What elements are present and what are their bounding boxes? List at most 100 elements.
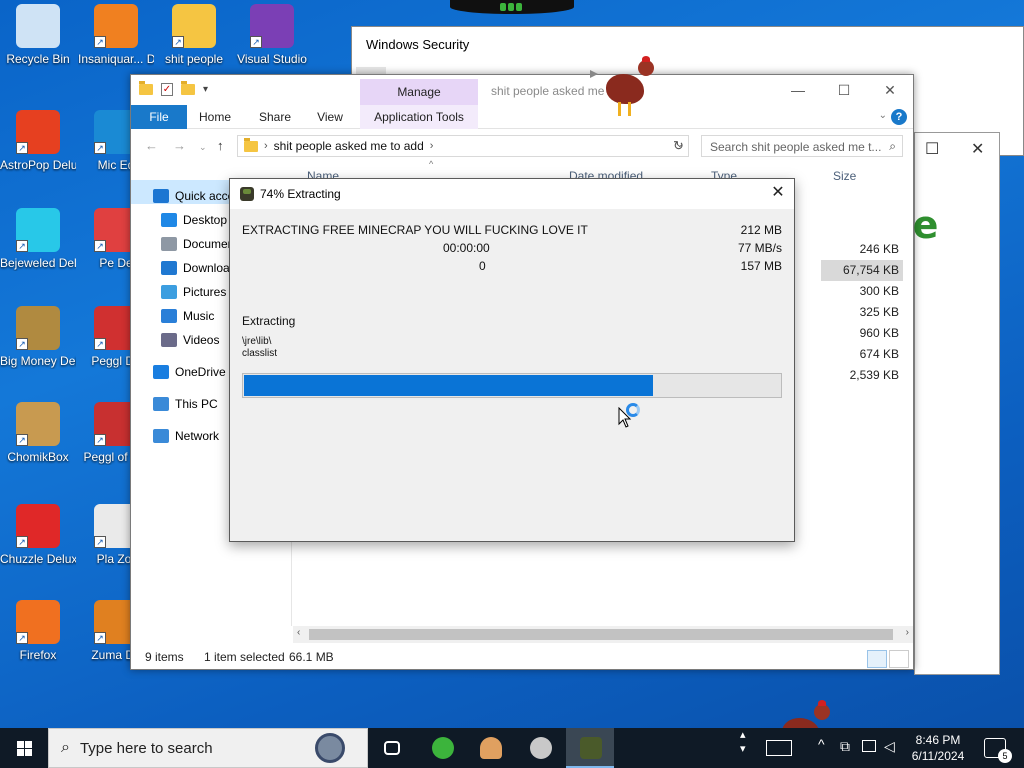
customize-toolbar-icon[interactable]: ▾ (203, 84, 208, 95)
sidebar-item-this-pc[interactable]: This PC (153, 393, 218, 415)
folder-icon (244, 137, 258, 152)
desktop-icon[interactable]: ↗ AstroPop Deluxe (0, 110, 76, 173)
desktop-icon[interactable]: ↗ Firefox (0, 600, 76, 663)
tab-application-tools[interactable]: Application Tools (360, 105, 478, 129)
desktop-icon[interactable]: ↗ Chuzzle Deluxe (0, 504, 76, 567)
background-window[interactable]: ☐ ✕ me (875, 132, 1000, 675)
details-view-button[interactable] (867, 650, 887, 668)
elapsed-time: 00:00:00 (443, 241, 490, 255)
scroll-arrows-icon[interactable]: ▴ ▾ (740, 728, 746, 756)
sidebar-item-label: Network (175, 429, 220, 443)
notification-center-button[interactable]: 5 (984, 738, 1012, 763)
up-arrow-icon[interactable]: ↑ (217, 138, 224, 153)
back-arrow-icon[interactable]: ← (145, 138, 158, 153)
extraction-dialog[interactable]: 74% Extracting ✕ EXTRACTING FREE MINECRA… (229, 178, 795, 542)
volume-muted-icon[interactable]: ◁ (884, 738, 895, 755)
close-icon[interactable]: ✕ (762, 179, 794, 209)
desktop-icon[interactable]: ↗ Insaniquar... Deluxe (78, 4, 154, 67)
scroll-right-icon[interactable]: › (906, 627, 909, 638)
address-path[interactable]: shit people asked me to add (274, 139, 424, 153)
desktop-icon (161, 213, 177, 227)
tab-manage[interactable]: Manage (360, 79, 478, 105)
shortcut-arrow-icon: ↗ (16, 632, 28, 644)
taskbar-app-xbox[interactable] (418, 728, 466, 768)
stopwatch-icon[interactable] (315, 733, 345, 763)
sidebar-item-pictures[interactable]: Pictures (161, 281, 226, 303)
address-box[interactable]: › shit people asked me to add › ⌄ (237, 135, 689, 157)
tab-file[interactable]: File (131, 105, 187, 129)
search-input[interactable]: Search shit people asked me t... ⌕ (701, 135, 903, 157)
sidebar-item-onedrive[interactable]: OneDrive (153, 361, 226, 383)
tab-home[interactable]: Home (197, 105, 233, 129)
column-size[interactable]: Size (833, 169, 856, 189)
shortcut-arrow-icon: ↗ (94, 434, 106, 446)
file-size-cell[interactable]: 67,754 KB (821, 260, 903, 281)
sidebar-item-music[interactable]: Music (161, 305, 214, 327)
desktop-icon[interactable]: ↗ Bejeweled Deluxe (0, 208, 76, 271)
shortcut-arrow-icon: ↗ (16, 338, 28, 350)
sidebar-item-desktop[interactable]: Desktop (161, 209, 227, 231)
tab-view[interactable]: View (315, 105, 345, 129)
network-icon[interactable] (862, 740, 876, 752)
tab-share[interactable]: Share (255, 105, 295, 129)
desktop-icon-label: Firefox (19, 648, 57, 662)
scrollbar-thumb[interactable] (309, 629, 893, 640)
firefox-icon: ↗ (16, 600, 60, 644)
help-icon[interactable]: ? (891, 109, 907, 125)
taskbar-app-minecraft[interactable] (566, 728, 614, 768)
file-size-cell[interactable]: 246 KB (821, 239, 903, 260)
maximize-button[interactable]: ☐ (821, 75, 867, 105)
ribbon-tabs: File Home Share View Application Tools ⌄… (131, 105, 913, 129)
device-icon[interactable]: ⧉ (840, 738, 850, 755)
expand-ribbon-icon[interactable]: ⌄ (879, 110, 887, 121)
folder-icon[interactable] (139, 81, 153, 95)
properties-icon[interactable]: ✓ (161, 83, 173, 96)
recent-locations-icon[interactable]: ⌄ (199, 142, 207, 153)
chevron-up-icon[interactable]: ^ (818, 736, 825, 752)
taskbar-search-placeholder: Type here to search (79, 739, 213, 757)
star-icon (153, 189, 169, 203)
start-button[interactable] (0, 728, 48, 768)
new-folder-icon[interactable] (181, 81, 195, 95)
total-size: 212 MB (740, 223, 782, 237)
chevron-right-icon[interactable]: › (430, 140, 434, 152)
horizontal-scrollbar[interactable]: ‹ › (293, 626, 913, 643)
clock[interactable]: 8:46 PM 6/11/2024 (900, 732, 976, 764)
keyboard-icon[interactable] (766, 740, 792, 756)
desktop-icon-label: Chuzzle Deluxe (0, 552, 76, 566)
astropop-icon: ↗ (16, 110, 60, 154)
taskbar-app-pirate[interactable] (516, 728, 564, 768)
desktop-icon[interactable]: ↗ Big Money Deluxe (0, 306, 76, 369)
desktop-icon[interactable]: ↗ Visual Studio (234, 4, 310, 67)
maximize-icon[interactable]: ☐ (925, 139, 939, 159)
sidebar-item-videos[interactable]: Videos (161, 329, 219, 351)
download-icon (161, 261, 177, 275)
music-icon (161, 309, 177, 323)
large-icons-view-button[interactable] (889, 650, 909, 668)
busy-spinner-icon (626, 403, 640, 417)
sidebar-item-network[interactable]: Network (153, 425, 219, 447)
taskbar-search-input[interactable]: ⌕ Type here to search (48, 728, 368, 768)
sidebar-item-label: Videos (183, 333, 220, 347)
shortcut-arrow-icon: ↗ (16, 142, 28, 154)
desktop-icon[interactable]: Recycle Bin (0, 4, 76, 67)
desktop-icon-label: AstroPop Deluxe (0, 158, 76, 172)
search-icon: ⌕ (61, 739, 70, 756)
close-button[interactable]: ✕ (867, 75, 913, 105)
taskbar-app-user[interactable] (466, 728, 514, 768)
refresh-icon[interactable]: ↻ (673, 138, 684, 154)
visual-studio-icon: ↗ (250, 4, 294, 48)
desktop-icon[interactable]: ↗ shit people (156, 4, 232, 67)
forward-arrow-icon[interactable]: → (173, 138, 186, 153)
shortcut-arrow-icon: ↗ (172, 36, 184, 48)
shortcut-arrow-icon: ↗ (94, 36, 106, 48)
desktop-icon[interactable]: ↗ ChomikBox (0, 402, 76, 465)
shortcut-arrow-icon: ↗ (94, 632, 106, 644)
scroll-left-icon[interactable]: ‹ (297, 627, 300, 638)
minimize-button[interactable]: — (775, 75, 821, 105)
explorer-titlebar: ✓ ▾ Manage shit people asked me — ☐ ✕ (131, 75, 913, 105)
close-icon[interactable]: ✕ (971, 139, 984, 159)
window-controls: — ☐ ✕ (775, 75, 913, 105)
archive-name: EXTRACTING FREE MINECRAP YOU WILL FUCKIN… (242, 223, 588, 237)
task-view-button[interactable] (368, 728, 416, 768)
